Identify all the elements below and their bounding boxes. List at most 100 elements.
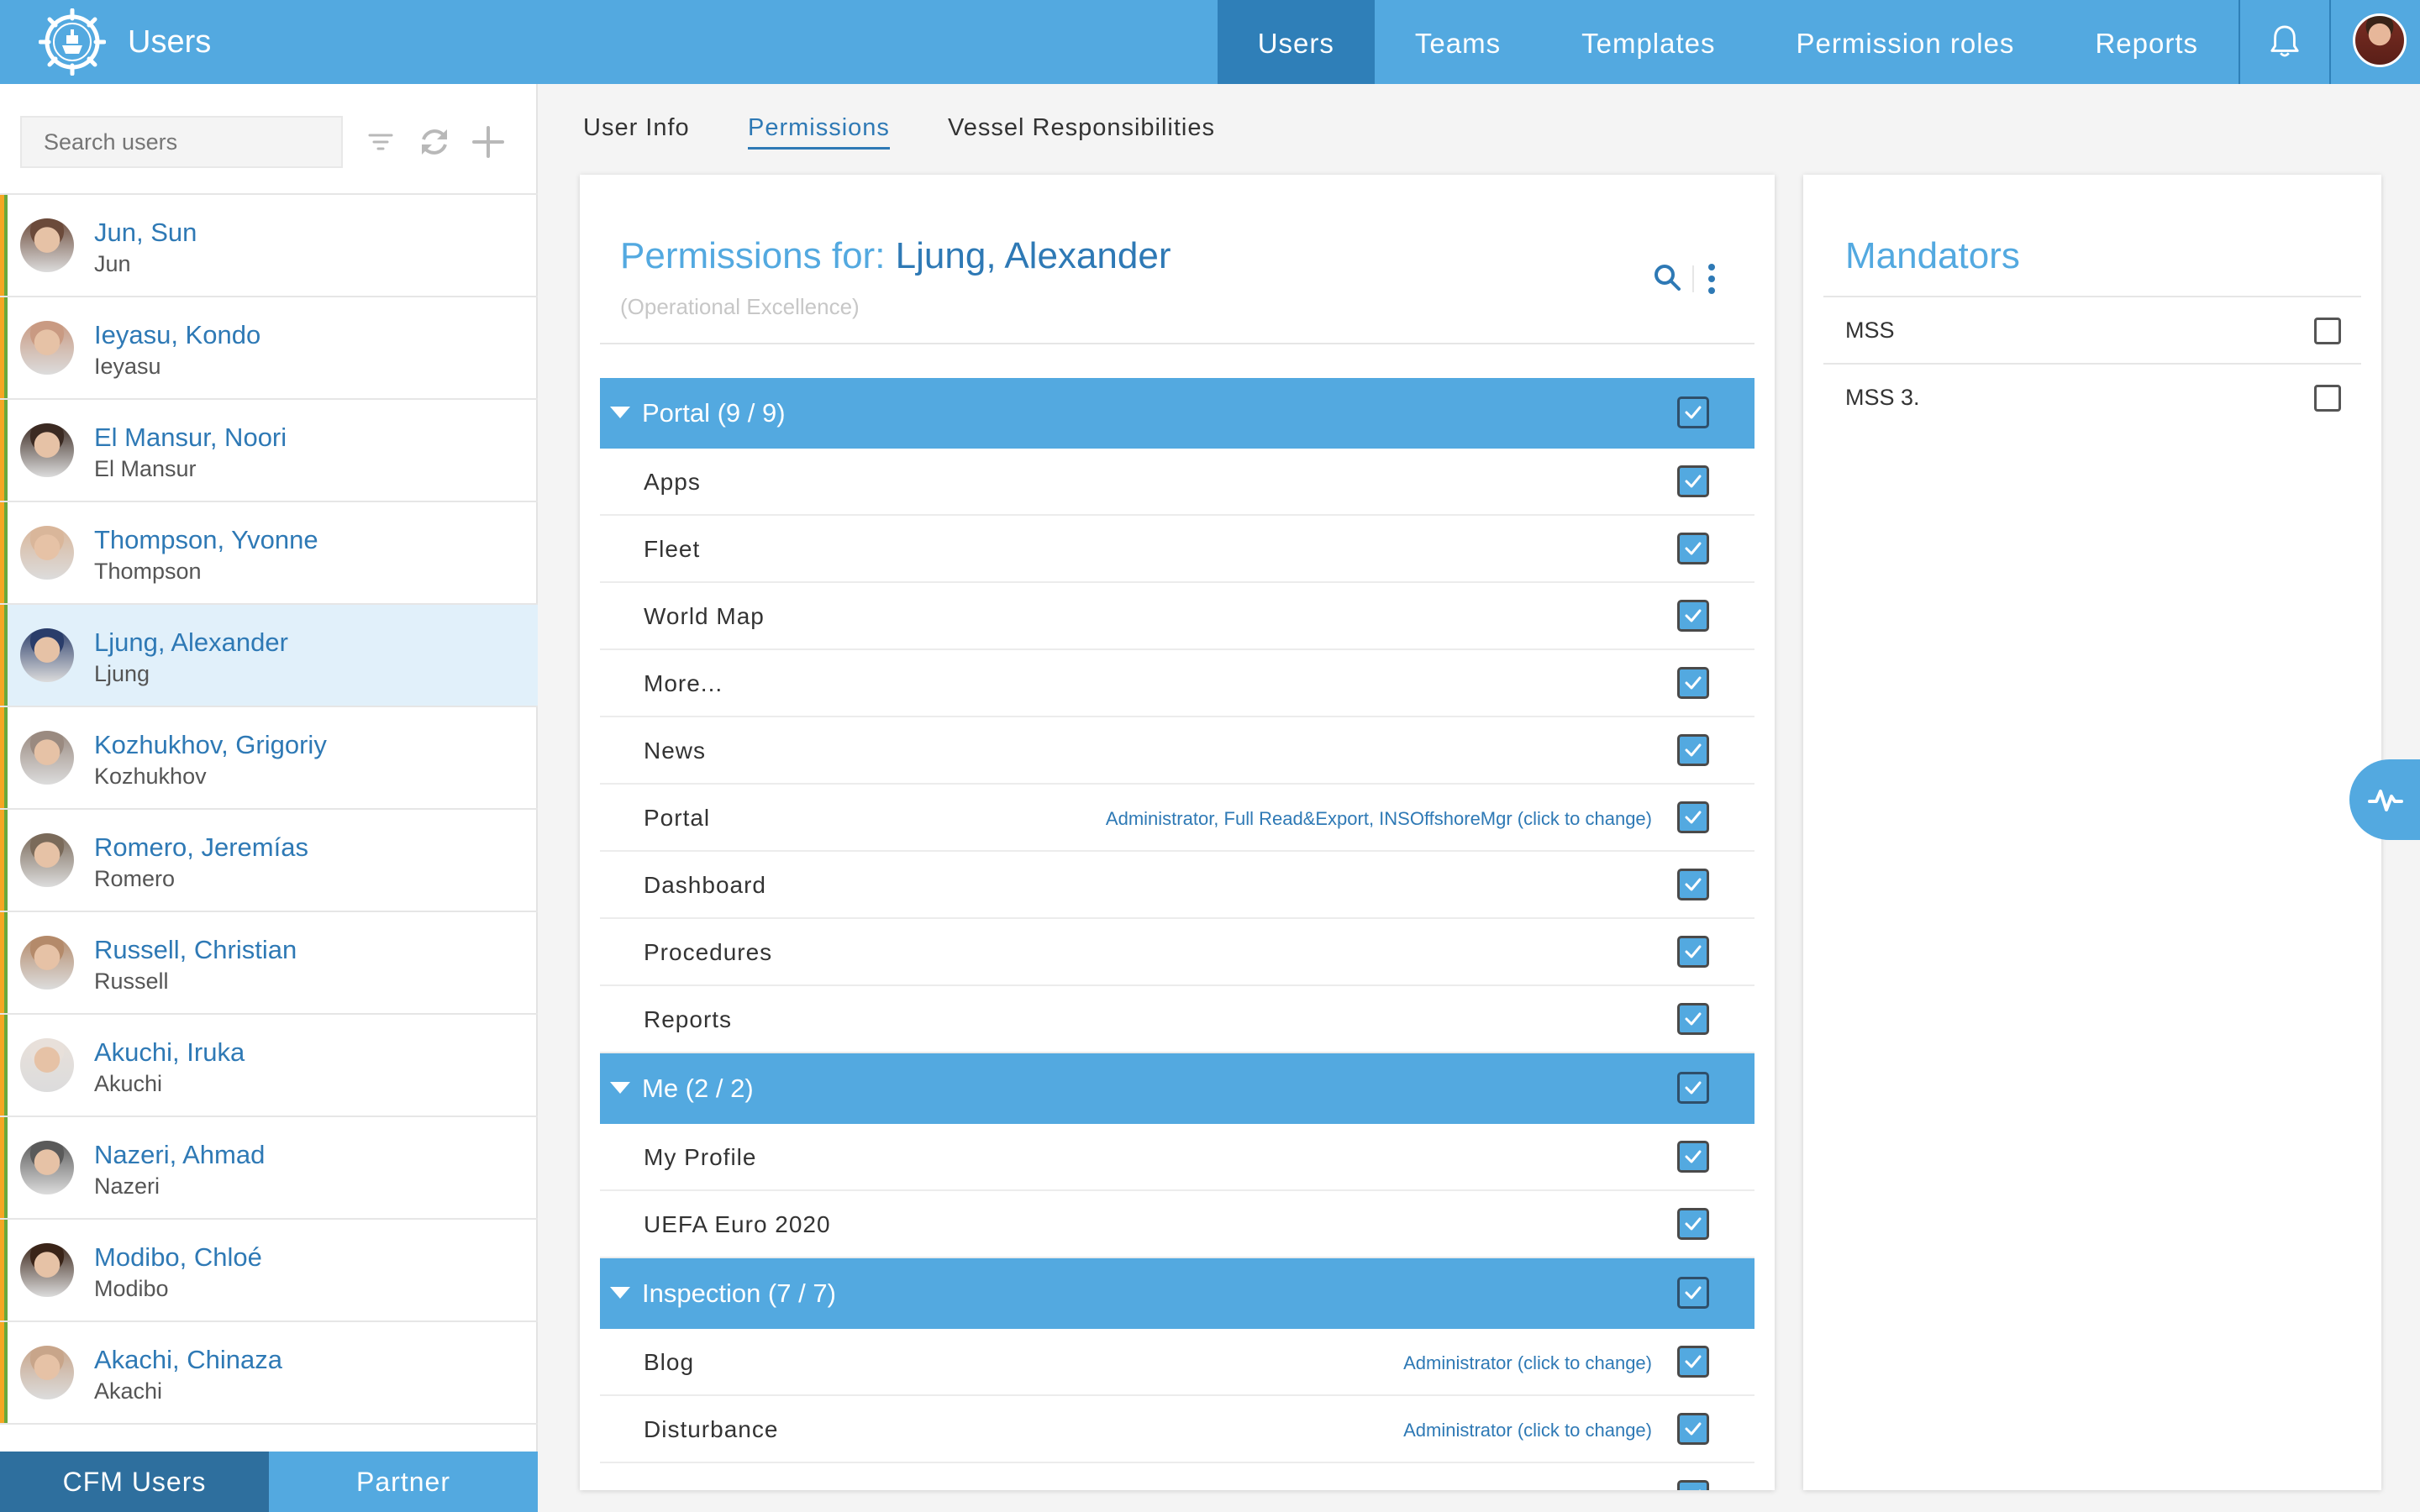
permission-checkbox[interactable] [1677, 533, 1709, 564]
sidebar-toolbar [0, 84, 538, 195]
search-icon[interactable] [1652, 262, 1682, 292]
more-options-icon[interactable] [1706, 262, 1718, 296]
checkmark-icon [1685, 1286, 1702, 1299]
search-users-input[interactable] [20, 116, 343, 168]
permission-row: Blog Administrator (click to change) [600, 1329, 1754, 1396]
permission-row: UEFA Euro 2020 [600, 1191, 1754, 1258]
nav-users[interactable]: Users [1217, 0, 1375, 84]
status-stripe-green [4, 605, 8, 706]
permission-checkbox[interactable] [1677, 1346, 1709, 1378]
permission-checkbox[interactable] [1677, 600, 1709, 632]
permission-group-label: Me (2 / 2) [642, 1074, 754, 1103]
user-name: El Mansur, Noori [94, 423, 287, 452]
permission-row: Reports [600, 986, 1754, 1053]
user-list-item[interactable]: Thompson, Yvonne Thompson [0, 502, 538, 605]
checkmark-icon [1685, 1012, 1702, 1026]
permission-checkbox[interactable] [1677, 667, 1709, 699]
permission-checkbox[interactable] [1677, 734, 1709, 766]
user-name: Modibo, Chloé [94, 1242, 262, 1272]
user-list-item[interactable]: El Mansur, Noori El Mansur [0, 400, 538, 502]
permission-checkbox[interactable] [1677, 1208, 1709, 1240]
permission-label: Portal [644, 805, 711, 831]
ship-wheel-logo-icon[interactable] [39, 8, 106, 76]
permission-checkbox[interactable] [1677, 1003, 1709, 1035]
user-type-tabs: CFM Users Partner [0, 1452, 538, 1512]
status-stripe-green [4, 297, 8, 398]
user-list-item[interactable]: Ljung, Alexander Ljung [0, 605, 538, 707]
mandators-title: Mandators [1845, 235, 2020, 276]
permission-group-header[interactable]: Portal (9 / 9) [600, 378, 1754, 449]
role-change-link[interactable]: Administrator (click to change) [1403, 1352, 1652, 1374]
refresh-icon[interactable] [413, 121, 455, 163]
permission-label: Reports [644, 1006, 733, 1032]
permission-label: Apps [644, 469, 701, 495]
tab-permissions[interactable]: Permissions [748, 114, 890, 150]
permission-row: Apps [600, 449, 1754, 516]
account-menu-button[interactable] [2331, 0, 2420, 84]
tab-cfm-users[interactable]: CFM Users [0, 1452, 269, 1512]
permission-checkbox[interactable] [1677, 1413, 1709, 1445]
caret-down-icon[interactable] [610, 1287, 630, 1299]
tab-user-info[interactable]: User Info [583, 114, 690, 142]
caret-down-icon[interactable] [610, 1082, 630, 1094]
permission-group-header[interactable]: Inspection (7 / 7) [600, 1258, 1754, 1329]
mandator-checkbox[interactable] [2314, 385, 2341, 412]
user-list-item[interactable]: Nazeri, Ahmad Nazeri [0, 1117, 538, 1220]
caret-down-icon[interactable] [610, 407, 630, 418]
user-short-name: Akuchi [94, 1071, 163, 1096]
user-list-item[interactable]: Jun, Sun Jun [0, 195, 538, 297]
role-change-link[interactable]: Administrator (click to change) [1403, 1420, 1652, 1441]
status-stripe-green [4, 912, 8, 1013]
user-list-item[interactable]: Akuchi, Iruka Akuchi [0, 1015, 538, 1117]
user-avatar [20, 321, 74, 375]
user-avatar [20, 1038, 74, 1092]
permission-label: Procedures [644, 939, 773, 965]
user-list-item[interactable]: Akachi, Chinaza Akachi [0, 1322, 538, 1425]
add-user-icon[interactable] [467, 121, 509, 163]
permission-checkbox[interactable] [1677, 1480, 1709, 1490]
permission-checkbox[interactable] [1677, 1141, 1709, 1173]
user-name: Russell, Christian [94, 935, 297, 964]
permission-checkbox[interactable] [1677, 936, 1709, 968]
role-change-link[interactable]: Administrator, Full Read&Export, INSOffs… [1106, 808, 1652, 830]
status-stripe-green [4, 707, 8, 808]
checkmark-icon [1685, 1355, 1702, 1368]
user-name: Thompson, Yvonne [94, 525, 318, 554]
permission-row: News [600, 717, 1754, 785]
user-avatar [20, 423, 74, 477]
filter-icon[interactable] [360, 121, 402, 163]
user-short-name: Thompson [94, 559, 202, 584]
permission-checkbox[interactable] [1677, 801, 1709, 833]
user-list-item[interactable]: Modibo, Chloé Modibo [0, 1220, 538, 1322]
permission-checkbox[interactable] [1677, 465, 1709, 497]
group-checkbox[interactable] [1677, 1072, 1709, 1104]
checkmark-icon [1685, 811, 1702, 824]
user-list-item[interactable]: Romero, Jeremías Romero [0, 810, 538, 912]
permission-checkbox[interactable] [1677, 869, 1709, 900]
nav-templates[interactable]: Templates [1541, 0, 1755, 84]
nav-permission-roles[interactable]: Permission roles [1756, 0, 2055, 84]
mandator-checkbox[interactable] [2314, 318, 2341, 344]
permission-row: Procedures [600, 919, 1754, 986]
group-checkbox[interactable] [1677, 1277, 1709, 1309]
notifications-button[interactable] [2240, 0, 2329, 84]
user-list-item[interactable]: Kozhukhov, Grigoriy Kozhukhov [0, 707, 538, 810]
permission-label: Dashboard [644, 872, 766, 898]
user-sidebar: Jun, Sun Jun Ieyasu, Kondo Ieyasu El Mansur,… [0, 84, 538, 1512]
tab-vessel-responsibilities[interactable]: Vessel Responsibilities [948, 114, 1215, 142]
user-list-item[interactable]: Russell, Christian Russell [0, 912, 538, 1015]
checkmark-icon [1685, 406, 1702, 419]
user-list-item[interactable]: Ieyasu, Kondo Ieyasu [0, 297, 538, 400]
tab-partner[interactable]: Partner [269, 1452, 538, 1512]
permission-group-header[interactable]: Me (2 / 2) [600, 1053, 1754, 1124]
status-stripe-green [4, 1117, 8, 1218]
status-stripe-green [4, 1015, 8, 1116]
nav-teams[interactable]: Teams [1375, 0, 1541, 84]
user-name: Akachi, Chinaza [94, 1345, 283, 1374]
nav-reports[interactable]: Reports [2054, 0, 2238, 84]
group-checkbox[interactable] [1677, 396, 1709, 428]
top-navigation: Users Teams Templates Permission roles R… [1217, 0, 2420, 84]
permission-label: My Profile [644, 1144, 757, 1170]
user-name: Akuchi, Iruka [94, 1037, 245, 1067]
user-short-name: Romero [94, 866, 176, 891]
